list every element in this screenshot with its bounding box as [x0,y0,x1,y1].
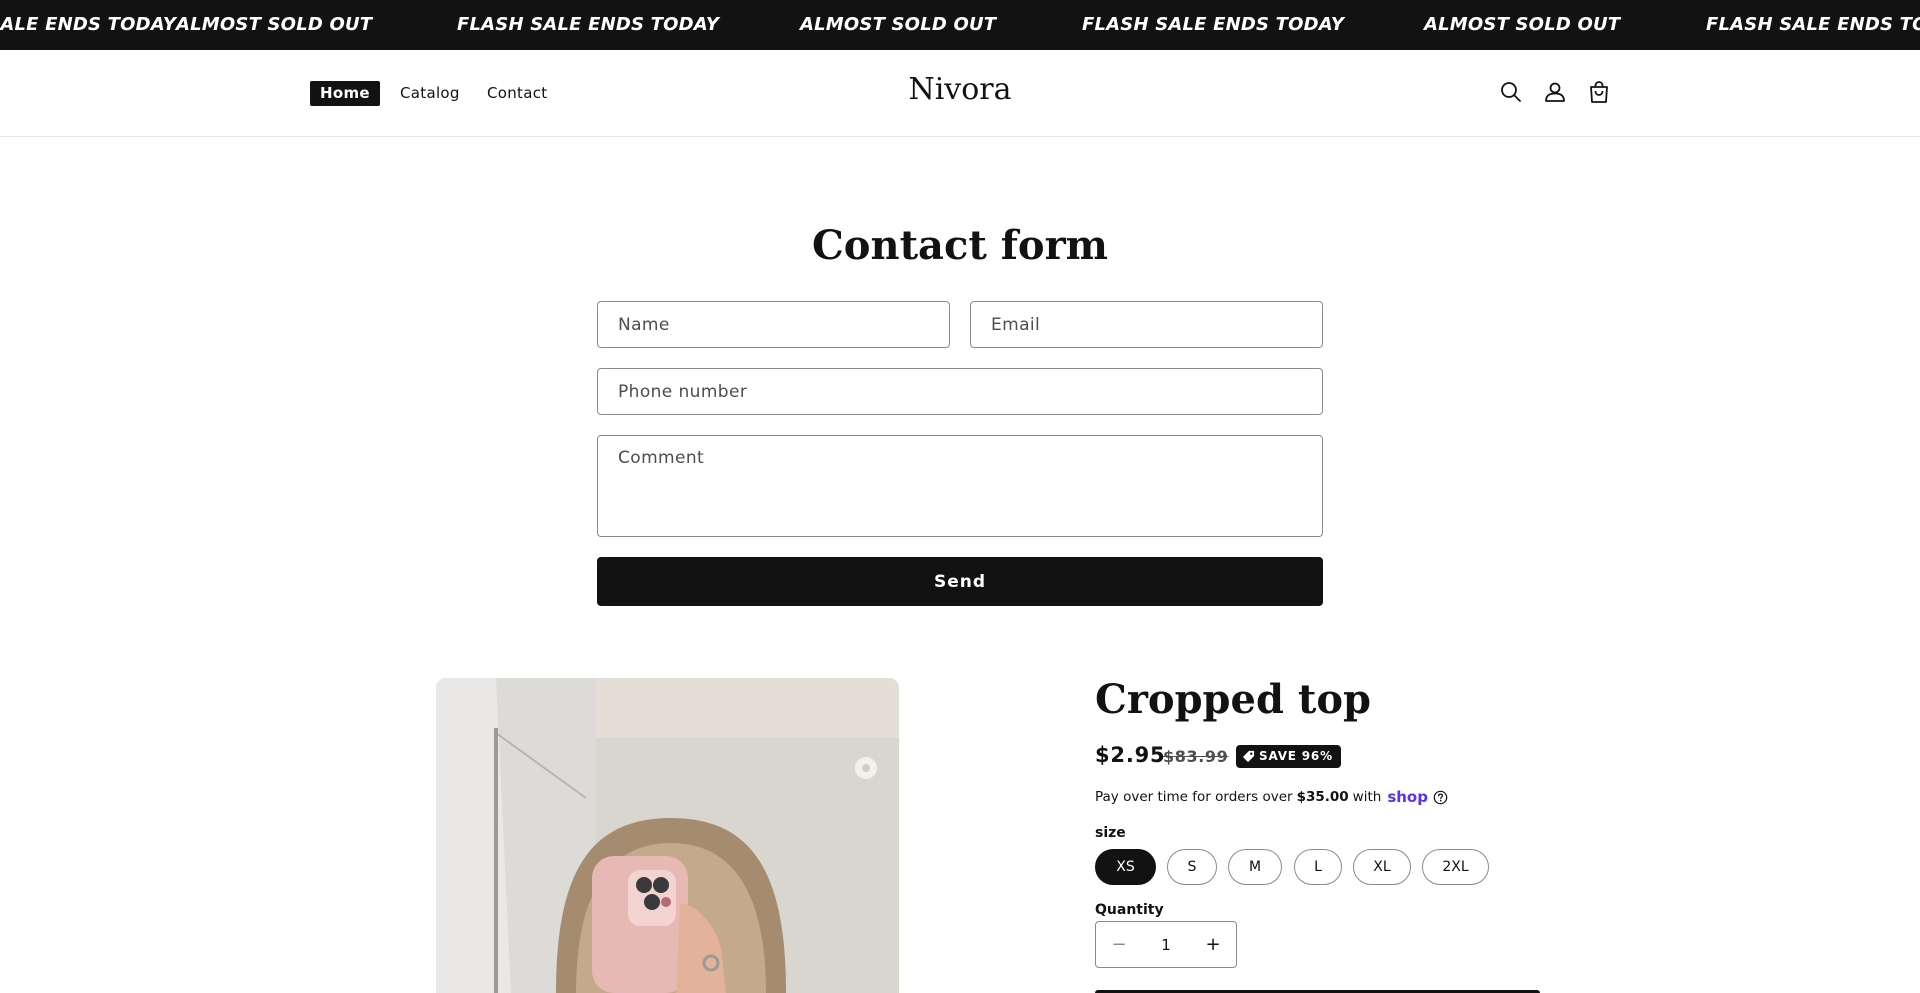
quantity-stepper: − + [1095,921,1237,968]
shop-pay-logo[interactable]: shop [1387,788,1428,806]
comment-field[interactable] [597,435,1323,537]
email-field[interactable] [970,301,1323,348]
announcement-item: FLASH SALE ENDS TODAY [457,14,720,35]
installments-suffix: with [1352,789,1382,805]
phone-field[interactable] [597,368,1323,415]
account-icon[interactable] [1541,78,1569,106]
announcement-item: FLASH SALE ENDS TODAY [0,14,177,35]
announcement-item: ALMOST SOLD OUT [800,14,997,35]
size-option-s[interactable]: S [1167,849,1217,885]
compare-price: $83.99 [1163,747,1229,766]
announcement-bar: FLASH SALE ENDS TODAY ALMOST SOLD OUT FL… [0,0,1920,50]
installments-amount: $35.00 [1296,789,1349,805]
product-title: Cropped top [1095,676,1371,723]
site-logo[interactable]: Nivora [0,72,1920,107]
search-icon[interactable] [1497,78,1525,106]
quantity-input[interactable] [1142,922,1190,967]
size-option-l[interactable]: L [1294,849,1342,885]
announcement-item: ALMOST SOLD OUT [176,14,373,35]
product-photo [436,678,899,993]
save-badge: SAVE 96% [1236,745,1341,768]
size-label: size [1095,825,1126,841]
installments-message: Pay over time for orders over $35.00 wit… [1095,788,1448,806]
send-button[interactable]: Send [597,557,1323,606]
site-header: Home Catalog Contact Nivora [0,50,1920,137]
quantity-label: Quantity [1095,902,1164,918]
installments-prefix: Pay over time for orders over [1095,789,1293,805]
size-option-m[interactable]: M [1228,849,1282,885]
size-option-xl[interactable]: XL [1353,849,1411,885]
quantity-decrease-button[interactable]: − [1096,922,1142,967]
page-title: Contact form [811,222,1109,269]
name-field[interactable] [597,301,950,348]
announcement-item: FLASH SALE ENDS TODAY [1082,14,1345,35]
save-badge-label: SAVE 96% [1259,749,1333,763]
announcement-item: ALMOST SOLD OUT [1424,14,1621,35]
tag-icon [1242,750,1255,763]
cart-icon[interactable] [1585,78,1613,106]
product-image[interactable] [436,678,899,993]
announcement-item: FLASH SALE ENDS TODAY [1706,14,1920,35]
sale-price: $2.95 [1095,743,1166,767]
quantity-increase-button[interactable]: + [1190,922,1236,967]
help-icon[interactable] [1433,790,1448,805]
size-option-xs[interactable]: XS [1095,849,1156,885]
size-option-2xl[interactable]: 2XL [1422,849,1489,885]
